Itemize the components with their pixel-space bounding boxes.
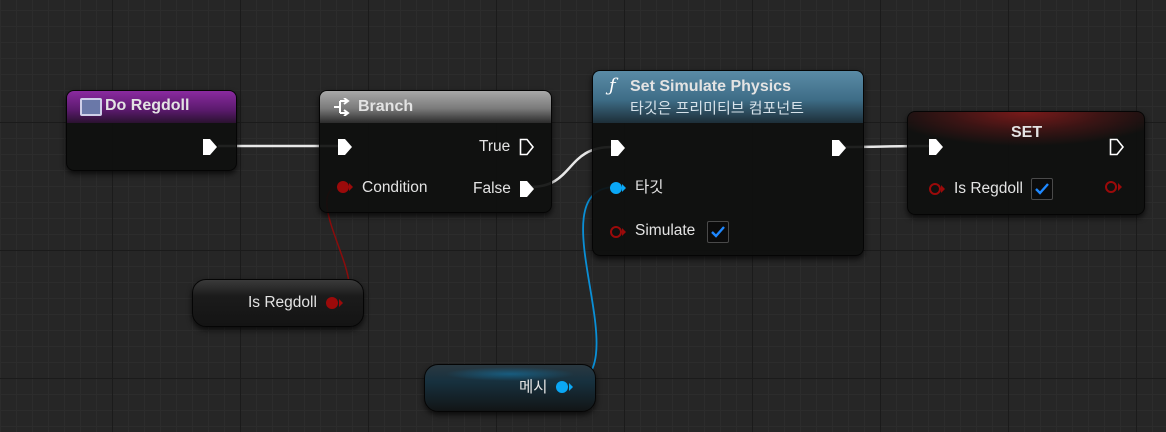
node-title: Branch: [358, 98, 414, 115]
node-subtitle: 타깃은 프리미티브 컴포넌트: [630, 100, 804, 117]
exec-in-pin[interactable]: [337, 138, 353, 156]
node-title: SET: [1011, 124, 1043, 141]
target-label: 타깃: [635, 179, 664, 196]
node-header: Branch: [320, 91, 551, 123]
exec-out-pin[interactable]: [202, 138, 218, 156]
checkmark-icon: [711, 226, 725, 238]
exec-out-pin[interactable]: [831, 139, 847, 157]
is-regdoll-label: Is Regdoll: [954, 180, 1023, 197]
branch-icon: [334, 98, 350, 116]
set-simulate-physics-node[interactable]: ƒ Set Simulate Physics 타깃은 프리미티브 컴포넌트 타깃…: [592, 70, 864, 256]
is-regdoll-out-pin[interactable]: [325, 296, 345, 310]
false-exec-out-pin[interactable]: [519, 180, 535, 198]
node-title: Do Regdoll: [105, 97, 190, 114]
is-regdoll-label: Is Regdoll: [248, 294, 317, 311]
exec-in-pin[interactable]: [610, 139, 626, 157]
true-label: True: [479, 138, 511, 155]
exec-out-pin[interactable]: [1109, 138, 1125, 156]
condition-label: Condition: [362, 179, 428, 196]
function-icon: ƒ: [609, 75, 616, 96]
node-header: ƒ Set Simulate Physics 타깃은 프리미티브 컴포넌트: [593, 71, 863, 123]
is-regdoll-in-pin[interactable]: [928, 182, 946, 196]
false-label: False: [473, 180, 511, 197]
simulate-pin[interactable]: [609, 225, 627, 239]
mesh-label: 메시: [519, 379, 548, 396]
get-is-regdoll-node[interactable]: Is Regdoll: [192, 279, 364, 327]
get-mesh-node[interactable]: 메시: [424, 364, 596, 412]
node-header: Do Regdoll: [67, 91, 236, 123]
true-exec-out-pin[interactable]: [519, 138, 535, 156]
condition-pin[interactable]: [336, 180, 354, 194]
mesh-out-pin[interactable]: [555, 380, 575, 394]
target-pin[interactable]: [609, 181, 627, 195]
event-icon: [80, 98, 102, 116]
simulate-checkbox[interactable]: [707, 221, 729, 243]
branch-node[interactable]: Branch True Condition False: [319, 90, 552, 213]
mesh-node-glow: [445, 367, 575, 381]
is-regdoll-out-pin[interactable]: [1104, 180, 1124, 194]
simulate-label: Simulate: [635, 222, 696, 239]
set-variable-node[interactable]: SET Is Regdoll: [907, 111, 1145, 215]
node-title: Set Simulate Physics: [630, 78, 791, 95]
exec-in-pin[interactable]: [928, 138, 944, 156]
checkmark-icon: [1035, 183, 1049, 195]
event-node-do-regdoll[interactable]: Do Regdoll: [66, 90, 237, 171]
is-regdoll-checkbox[interactable]: [1031, 178, 1053, 200]
